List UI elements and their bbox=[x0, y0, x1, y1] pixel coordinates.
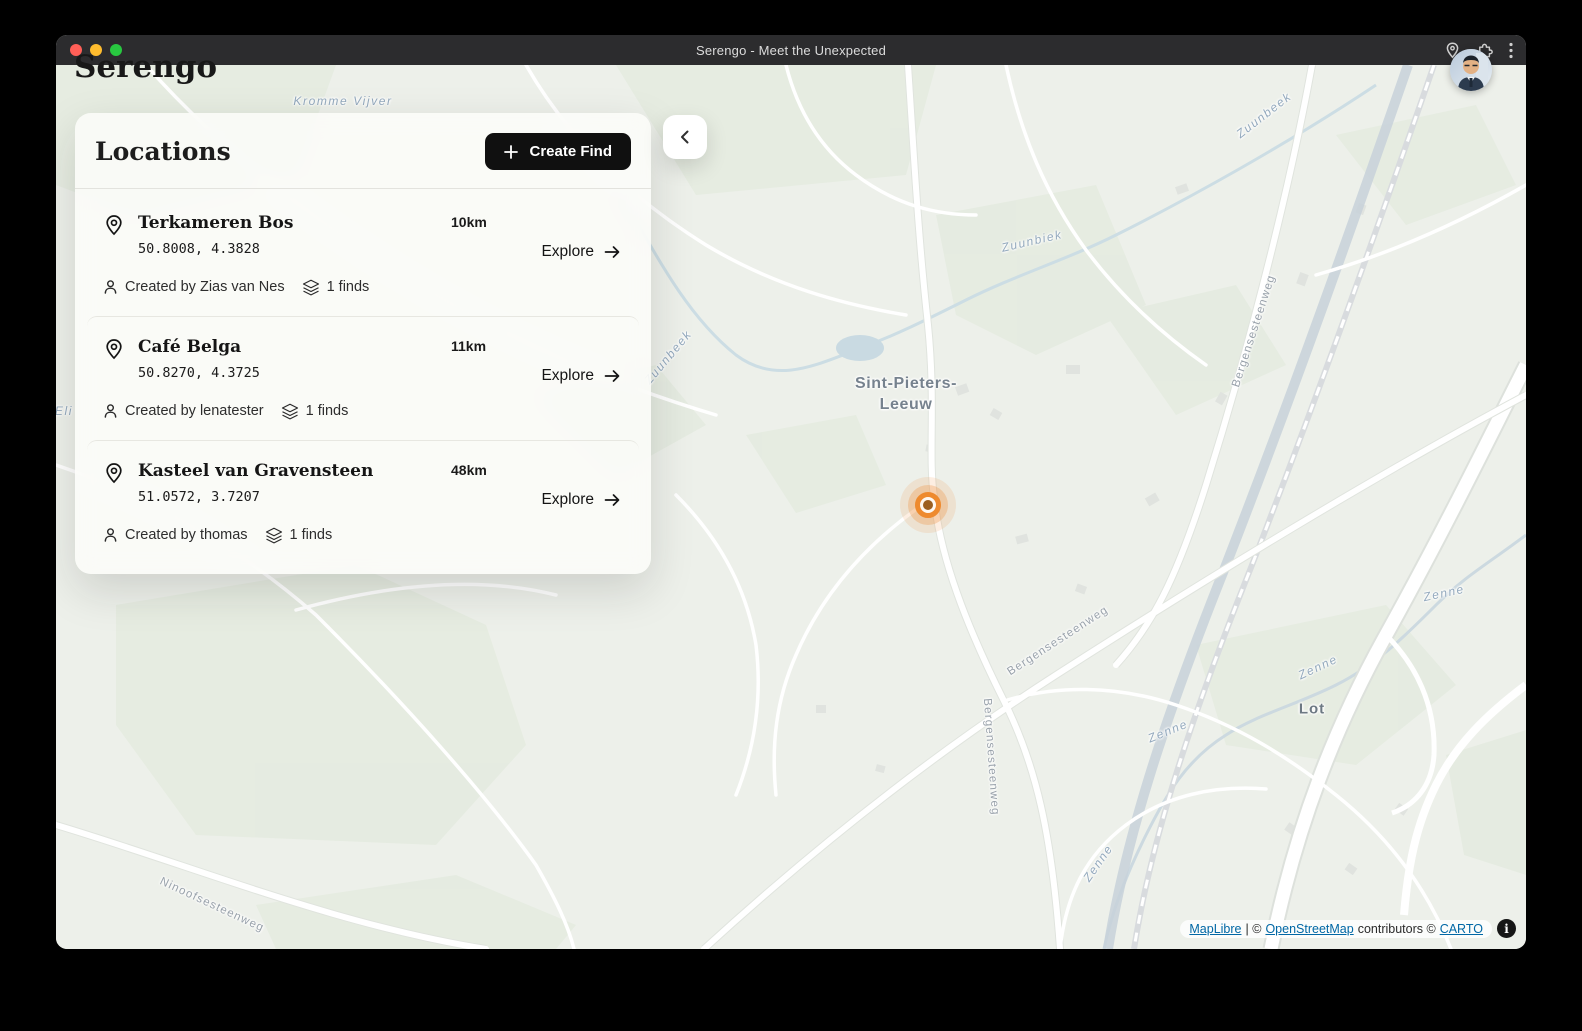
attribution-separator: | © bbox=[1246, 922, 1262, 936]
marker-dot bbox=[923, 500, 933, 510]
plus-icon bbox=[504, 145, 518, 159]
carto-link[interactable]: CARTO bbox=[1440, 922, 1483, 936]
location-pin-icon bbox=[103, 462, 125, 489]
chevron-left-icon bbox=[677, 129, 693, 145]
explore-link[interactable]: Explore bbox=[541, 491, 621, 509]
locations-list: Terkameren Bos 50.8008, 4.3828 10km Expl… bbox=[75, 189, 651, 574]
location-name: Café Belga bbox=[138, 337, 260, 357]
arrow-right-icon bbox=[604, 245, 621, 259]
user-icon bbox=[103, 403, 118, 419]
location-card[interactable]: Kasteel van Gravensteen 51.0572, 3.7207 … bbox=[87, 440, 639, 564]
explore-label: Explore bbox=[541, 367, 594, 385]
location-coordinates: 51.0572, 3.7207 bbox=[138, 489, 373, 505]
location-name: Kasteel van Gravensteen bbox=[138, 461, 373, 481]
create-find-label: Create Find bbox=[529, 143, 612, 160]
window-title: Serengo - Meet the Unexpected bbox=[56, 35, 1526, 65]
openstreetmap-link[interactable]: OpenStreetMap bbox=[1265, 922, 1353, 936]
locations-panel: Locations Create Find Terkameren Bos 50.… bbox=[75, 113, 651, 574]
finds-count: 1 finds bbox=[327, 279, 370, 295]
layers-icon bbox=[281, 402, 299, 420]
layers-icon bbox=[302, 278, 320, 296]
location-pin-icon bbox=[103, 338, 125, 365]
explore-link[interactable]: Explore bbox=[541, 243, 621, 261]
layers-icon bbox=[265, 526, 283, 544]
created-by: Created by thomas bbox=[125, 527, 248, 543]
attribution-info-button[interactable]: i bbox=[1497, 919, 1516, 938]
collapse-panel-button[interactable] bbox=[663, 115, 707, 159]
location-card[interactable]: Terkameren Bos 50.8008, 4.3828 10km Expl… bbox=[87, 193, 639, 316]
explore-label: Explore bbox=[541, 491, 594, 509]
avatar-image bbox=[1450, 49, 1492, 91]
arrow-right-icon bbox=[604, 369, 621, 383]
location-distance: 10km bbox=[451, 214, 621, 230]
created-by: Created by Zias van Nes bbox=[125, 279, 285, 295]
finds-count: 1 finds bbox=[290, 527, 333, 543]
panel-header: Locations Create Find bbox=[75, 113, 651, 189]
titlebar: Serengo - Meet the Unexpected bbox=[56, 35, 1526, 65]
location-pin-icon bbox=[103, 214, 125, 241]
location-card[interactable]: Café Belga 50.8270, 4.3725 11km Explore bbox=[87, 316, 639, 440]
arrow-right-icon bbox=[604, 493, 621, 507]
explore-label: Explore bbox=[541, 243, 594, 261]
location-coordinates: 50.8008, 4.3828 bbox=[138, 241, 293, 257]
app-logo[interactable]: Serengo bbox=[74, 49, 217, 85]
location-coordinates: 50.8270, 4.3725 bbox=[138, 365, 260, 381]
created-by: Created by lenatester bbox=[125, 403, 264, 419]
finds-count: 1 finds bbox=[306, 403, 349, 419]
app-window: Serengo - Meet the Unexpected bbox=[56, 35, 1526, 949]
maplibre-link[interactable]: MapLibre bbox=[1189, 922, 1241, 936]
location-distance: 48km bbox=[451, 462, 621, 478]
location-distance: 11km bbox=[451, 338, 621, 354]
user-avatar[interactable] bbox=[1450, 49, 1492, 91]
user-icon bbox=[103, 279, 118, 295]
attribution-contributors: contributors © bbox=[1358, 922, 1436, 936]
location-name: Terkameren Bos bbox=[138, 213, 293, 233]
create-find-button[interactable]: Create Find bbox=[485, 133, 631, 170]
overflow-menu-icon[interactable] bbox=[1509, 42, 1513, 59]
panel-title: Locations bbox=[95, 137, 231, 166]
attribution-text: MapLibre | © OpenStreetMap contributors … bbox=[1180, 920, 1492, 938]
map-attribution: MapLibre | © OpenStreetMap contributors … bbox=[1180, 919, 1516, 938]
user-icon bbox=[103, 527, 118, 543]
explore-link[interactable]: Explore bbox=[541, 367, 621, 385]
